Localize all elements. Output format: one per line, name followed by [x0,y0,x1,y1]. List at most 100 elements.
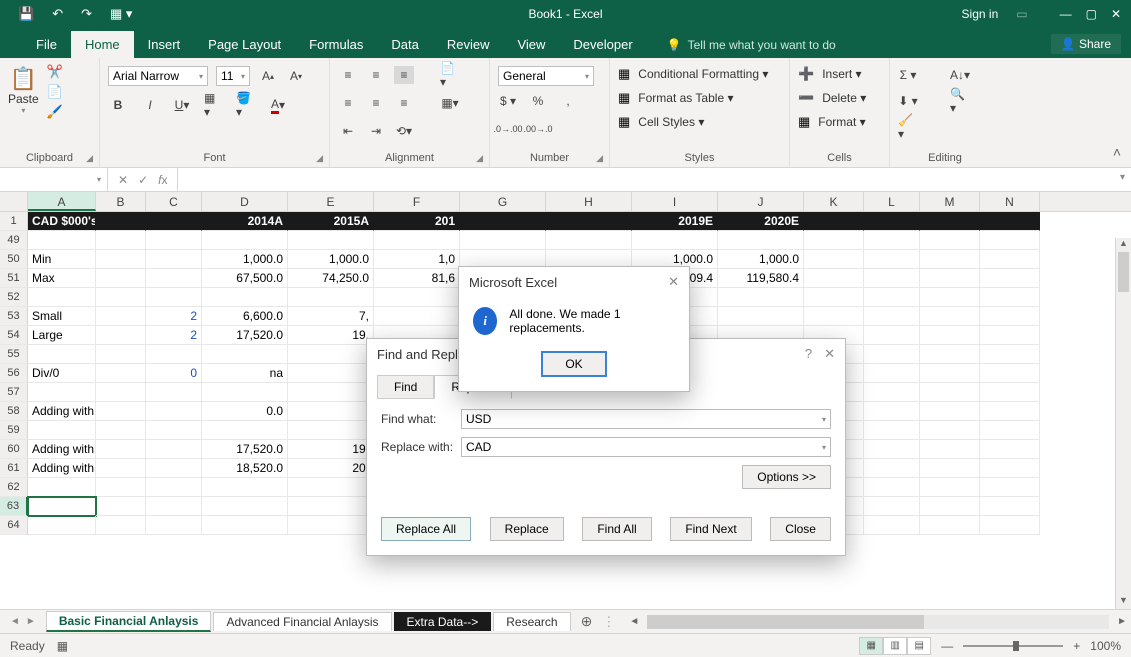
cell[interactable] [202,231,288,250]
redo-icon[interactable]: ↷ [81,6,92,22]
column-header[interactable]: C [146,192,202,211]
sheet-tab-basic[interactable]: Basic Financial Anlaysis [46,611,212,632]
tab-file[interactable]: File [22,31,71,58]
autosum-button[interactable]: Σ ▾ [898,66,918,84]
cell[interactable] [96,212,146,231]
tab-insert[interactable]: Insert [134,31,195,58]
row-header[interactable]: 51 [0,269,28,288]
cell[interactable] [920,326,980,345]
cell[interactable] [146,516,202,535]
sign-in-link[interactable]: Sign in [962,7,999,21]
cell[interactable] [804,212,864,231]
cell[interactable] [718,307,804,326]
cell[interactable]: Max [28,269,96,288]
cell[interactable]: 0 [146,364,202,383]
cell[interactable] [202,345,288,364]
ribbon-display-icon[interactable]: ▭ [1016,7,1027,21]
paste-icon[interactable]: 📋 [10,66,37,92]
cell[interactable] [460,231,546,250]
cell[interactable] [460,212,546,231]
cell[interactable] [202,497,288,516]
tab-home[interactable]: Home [71,31,134,58]
cell[interactable] [96,231,146,250]
cell[interactable] [920,307,980,326]
cell[interactable] [202,421,288,440]
expand-formula-bar-icon[interactable]: ▾ [1120,172,1125,183]
cell[interactable] [864,326,920,345]
cell[interactable] [96,440,146,459]
save-icon[interactable]: 💾 [18,6,34,22]
cell[interactable] [864,288,920,307]
cell[interactable]: Div/0 [28,364,96,383]
align-right-icon[interactable]: ≡ [394,94,414,112]
find-all-button[interactable]: Find All [582,517,651,541]
column-header[interactable]: H [546,192,632,211]
cell[interactable] [920,345,980,364]
replace-button[interactable]: Replace [490,517,564,541]
cell[interactable] [546,212,632,231]
comma-format-button[interactable]: , [558,92,578,110]
column-header[interactable]: A [28,192,96,211]
align-left-icon[interactable]: ≡ [338,94,358,112]
cell[interactable] [96,307,146,326]
align-bottom-icon[interactable]: ≡ [394,66,414,84]
cell[interactable] [28,421,96,440]
cell[interactable]: 19, [288,326,374,345]
cell[interactable] [96,250,146,269]
maximize-icon[interactable]: ▢ [1086,7,1097,21]
cell[interactable] [980,364,1040,383]
select-all-corner[interactable] [0,192,28,211]
cell[interactable] [146,478,202,497]
page-layout-view-button[interactable]: ▥ [883,637,907,655]
cell[interactable]: 1,0 [374,250,460,269]
horizontal-scrollbar[interactable]: ◄► [625,615,1131,629]
cell[interactable] [546,231,632,250]
accounting-format-button[interactable]: $ ▾ [498,92,518,110]
cell[interactable]: Adding with an error [28,402,96,421]
column-header[interactable]: F [374,192,460,211]
cell[interactable] [28,231,96,250]
cell[interactable] [146,288,202,307]
cell[interactable] [864,421,920,440]
cell[interactable]: Adding with an error [28,440,96,459]
cell[interactable]: 2015A [288,212,374,231]
options-button[interactable]: Options >> [742,465,831,489]
cell[interactable]: CAD $000's [28,212,96,231]
find-what-input[interactable]: USD▾ [461,409,831,429]
qat-more-icon[interactable]: ▦ ▾ [110,6,132,22]
cell[interactable] [96,421,146,440]
fill-color-button[interactable]: 🪣▾ [236,96,256,114]
row-header[interactable]: 57 [0,383,28,402]
cell[interactable] [920,459,980,478]
row-header[interactable]: 56 [0,364,28,383]
font-color-button[interactable]: A▾ [268,96,288,114]
cell[interactable] [288,345,374,364]
collapse-ribbon-icon[interactable]: ˄ [1113,144,1121,160]
cell[interactable]: Small [28,307,96,326]
cell[interactable] [920,497,980,516]
cell[interactable]: 17,520.0 [202,326,288,345]
cell[interactable] [288,478,374,497]
cell[interactable] [980,421,1040,440]
formula-bar[interactable]: ▾ [177,168,1131,191]
tell-me-search[interactable]: 💡Tell me what you want to do [667,38,836,58]
fx-icon[interactable]: fx [158,173,167,187]
cell[interactable] [632,231,718,250]
cell[interactable] [980,345,1040,364]
column-header[interactable]: K [804,192,864,211]
fill-button[interactable]: ⬇ ▾ [898,92,918,110]
cell[interactable] [288,364,374,383]
cell[interactable] [864,231,920,250]
cell[interactable] [864,497,920,516]
cell[interactable]: Adding with an error [28,459,96,478]
delete-cells-button[interactable]: Delete ▾ [822,91,866,105]
cell[interactable] [96,345,146,364]
column-header[interactable]: L [864,192,920,211]
enter-formula-icon[interactable]: ✓ [138,173,148,187]
cell[interactable]: 81,6 [374,269,460,288]
cell[interactable] [980,307,1040,326]
font-name-combo[interactable]: Arial Narrow▾ [108,66,208,86]
cell[interactable] [864,478,920,497]
cell[interactable]: 2 [146,307,202,326]
cell[interactable] [980,231,1040,250]
